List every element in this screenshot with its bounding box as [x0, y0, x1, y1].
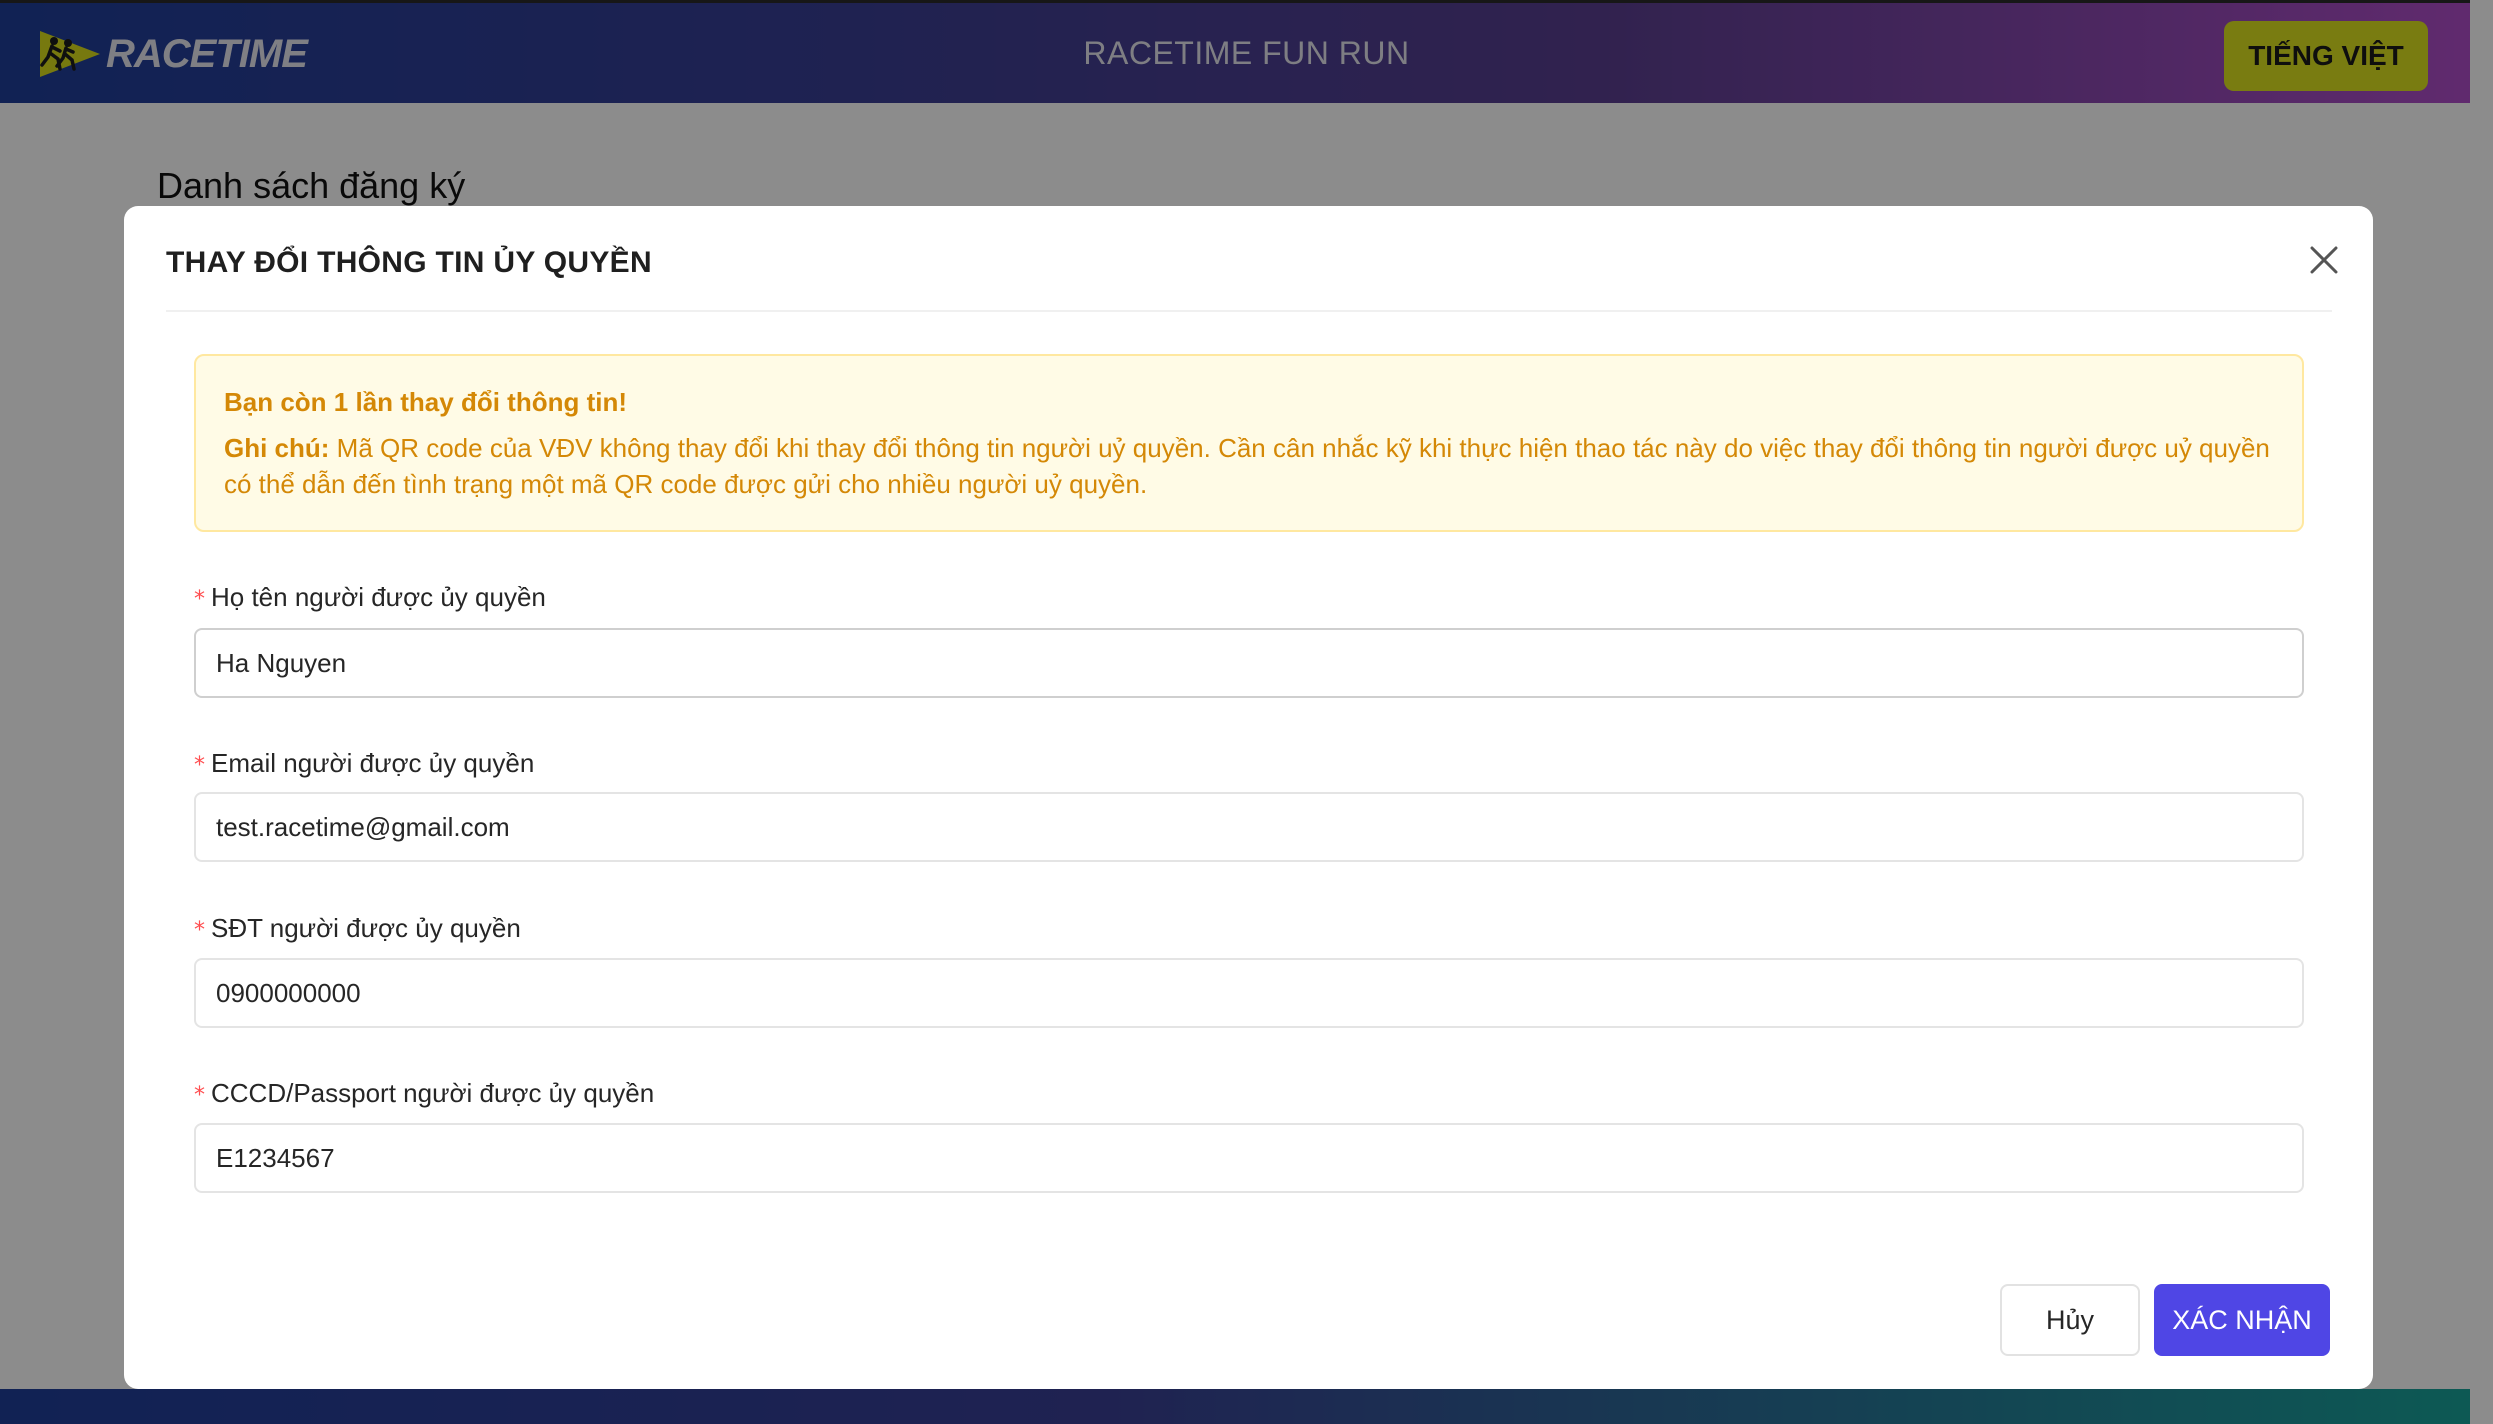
phone-input[interactable]	[194, 958, 2304, 1028]
warning-alert: Bạn còn 1 lần thay đổi thông tin! Ghi ch…	[194, 354, 2304, 532]
alert-note: Ghi chú: Mã QR code của VĐV không thay đ…	[224, 430, 2274, 502]
required-mark: *	[194, 918, 205, 943]
passport-label: * CCCD/Passport người được ủy quyền	[194, 1078, 655, 1108]
change-authorization-modal: THAY ĐỔI THÔNG TIN ỦY QUYỀN Bạn còn 1 lầ…	[124, 206, 2373, 1389]
modal-divider	[166, 310, 2332, 312]
close-icon	[2310, 246, 2338, 274]
alert-title: Bạn còn 1 lần thay đổi thông tin!	[224, 387, 627, 417]
alert-note-text: Mã QR code của VĐV không thay đổi khi th…	[224, 433, 2270, 499]
confirm-button[interactable]: XÁC NHẬN	[2154, 1284, 2330, 1356]
modal-title: THAY ĐỔI THÔNG TIN ỦY QUYỀN	[166, 246, 652, 279]
required-mark: *	[194, 1083, 205, 1108]
required-mark: *	[194, 753, 205, 778]
phone-label: * SĐT người được ủy quyền	[194, 913, 521, 943]
email-label: * Email người được ủy quyền	[194, 748, 535, 778]
passport-input[interactable]	[194, 1123, 2304, 1193]
alert-note-label: Ghi chú:	[224, 433, 330, 463]
required-mark: *	[194, 587, 205, 612]
email-input[interactable]	[194, 792, 2304, 862]
fullname-input[interactable]	[194, 628, 2304, 698]
fullname-label: * Họ tên người được ủy quyền	[194, 582, 546, 612]
cancel-button[interactable]: Hủy	[2000, 1284, 2140, 1356]
close-button[interactable]	[2302, 238, 2346, 282]
